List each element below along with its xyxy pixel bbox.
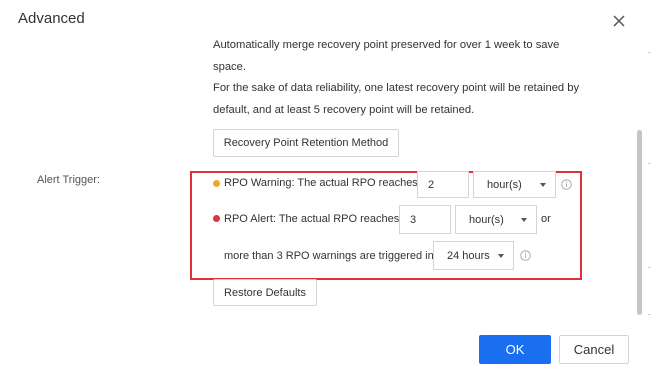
description-line-2: space. — [213, 61, 246, 73]
description-line-4: default, and at least 5 recovery point w… — [213, 104, 475, 116]
recovery-point-retention-method-button[interactable]: Recovery Point Retention Method — [213, 129, 399, 157]
chevron-down-icon — [521, 217, 527, 222]
rpo-alert-value-input[interactable]: 3 — [399, 205, 451, 234]
rpo-warning-unit-value: hour(s) — [487, 178, 522, 191]
info-icon[interactable] — [520, 250, 531, 261]
rpo-warning-value-input[interactable]: 2 — [417, 171, 469, 198]
description-line-3: For the sake of data reliability, one la… — [213, 82, 580, 94]
rpo-alert-unit-value: hour(s) — [469, 213, 504, 226]
dialog-title: Advanced — [18, 10, 85, 27]
description-line-1: Automatically merge recovery point prese… — [213, 39, 560, 51]
close-icon[interactable] — [609, 11, 629, 31]
scrollbar-thumb[interactable] — [637, 130, 642, 315]
chevron-down-icon — [540, 182, 546, 187]
alert-trigger-label: Alert Trigger: — [37, 174, 100, 186]
cancel-button[interactable]: Cancel — [559, 335, 629, 364]
ok-button[interactable]: OK — [479, 335, 551, 364]
warning-period-value: 24 hours — [447, 249, 490, 262]
info-icon[interactable] — [561, 179, 572, 190]
rpo-alert-text: RPO Alert: The actual RPO reaches — [224, 213, 400, 225]
chevron-down-icon — [498, 253, 504, 258]
rpo-warning-unit-select[interactable]: hour(s) — [473, 171, 556, 198]
restore-defaults-button[interactable]: Restore Defaults — [213, 279, 317, 306]
rpo-warning-count-text: more than 3 RPO warnings are triggered i… — [224, 250, 434, 262]
rpo-alert-unit-select[interactable]: hour(s) — [455, 205, 537, 234]
warning-dot-icon — [213, 180, 220, 187]
rpo-alert-or-text: or — [541, 213, 551, 225]
warning-period-select[interactable]: 24 hours — [433, 241, 514, 270]
alert-dot-icon — [213, 215, 220, 222]
rpo-warning-text: RPO Warning: The actual RPO reaches — [224, 177, 418, 189]
